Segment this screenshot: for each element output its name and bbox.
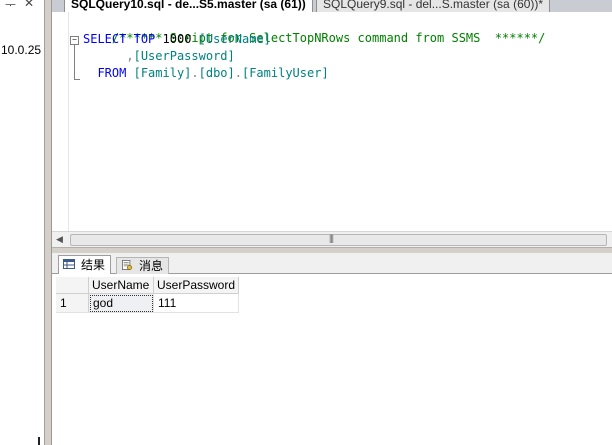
top-value: 1000 xyxy=(162,32,192,46)
code-line-4: FROM [Family].[dbo].[FamilyUser] xyxy=(83,65,329,81)
close-icon[interactable]: ✕ xyxy=(24,0,34,10)
select-keyword: SELECT xyxy=(83,32,127,46)
server-version-text[interactable]: 10.0.25 xyxy=(1,43,41,57)
sql-editor[interactable]: − /****** Script for SelectTopNRows comm… xyxy=(52,12,612,231)
row-number[interactable]: 1 xyxy=(56,293,89,313)
column-header-username[interactable]: UserName xyxy=(88,277,154,294)
from-keyword: FROM xyxy=(97,66,127,80)
table-name: [FamilyUser] xyxy=(241,66,329,80)
results-grid[interactable]: UserName UserPassword 1 god 111 xyxy=(56,277,240,313)
code-line-2: SELECT TOP 1000 [UserName] xyxy=(83,31,271,47)
results-grid-area: UserName UserPassword 1 god 111 xyxy=(52,274,612,445)
outline-line xyxy=(74,45,75,79)
row-header-corner[interactable] xyxy=(56,277,89,294)
code-line-3: ,[UserPassword] xyxy=(83,48,235,64)
editor-margin xyxy=(52,12,69,231)
tab-sqlquery10[interactable]: SQLQuery10.sql - de...S5.master (sa (61)… xyxy=(64,0,313,12)
schema-name: [dbo] xyxy=(198,66,235,80)
tab-results[interactable]: 结果 xyxy=(58,255,112,274)
message-icon xyxy=(122,260,132,270)
tab-messages[interactable]: 消息 xyxy=(116,257,170,274)
tab-messages-label: 消息 xyxy=(139,259,164,273)
pin-icon[interactable]: ᅮ xyxy=(5,0,16,13)
horizontal-scrollbar[interactable]: ◀ ||| xyxy=(52,231,612,247)
scroll-left-icon[interactable]: ◀ xyxy=(56,234,63,245)
cell-userpassword[interactable]: 111 xyxy=(153,293,240,313)
tree-marker xyxy=(38,437,40,445)
cell-username[interactable]: god xyxy=(88,293,154,313)
column-username: [UserName] xyxy=(198,32,271,46)
outline-end xyxy=(74,79,80,80)
document-tab-strip: SQLQuery10.sql - de...S5.master (sa (61)… xyxy=(52,0,612,12)
pane-splitter[interactable] xyxy=(45,0,52,445)
comma-operator: , xyxy=(126,49,134,63)
top-keyword: TOP xyxy=(133,32,156,46)
grip-icon: ||| xyxy=(329,233,334,243)
tab-sqlquery9[interactable]: SQLQuery9.sql - del...S.master (sa (60))… xyxy=(316,0,551,12)
tab-results-label: 结果 xyxy=(81,258,106,272)
grid-icon xyxy=(63,259,75,269)
grid-header-row: UserName UserPassword xyxy=(56,277,240,294)
collapse-icon[interactable]: − xyxy=(70,36,79,45)
dot-operator: . xyxy=(234,66,242,80)
column-header-userpassword[interactable]: UserPassword xyxy=(153,277,240,294)
database-name: [Family] xyxy=(133,66,192,80)
dot-operator: . xyxy=(191,66,199,80)
scrollbar-thumb[interactable]: ||| xyxy=(70,233,607,246)
table-row[interactable]: 1 god 111 xyxy=(56,293,240,313)
object-explorer-pane: ᅮ ✕ 10.0.25 xyxy=(0,0,45,445)
results-tab-strip: 结果 消息 xyxy=(52,253,612,274)
column-userpassword: [UserPassword] xyxy=(133,49,235,63)
